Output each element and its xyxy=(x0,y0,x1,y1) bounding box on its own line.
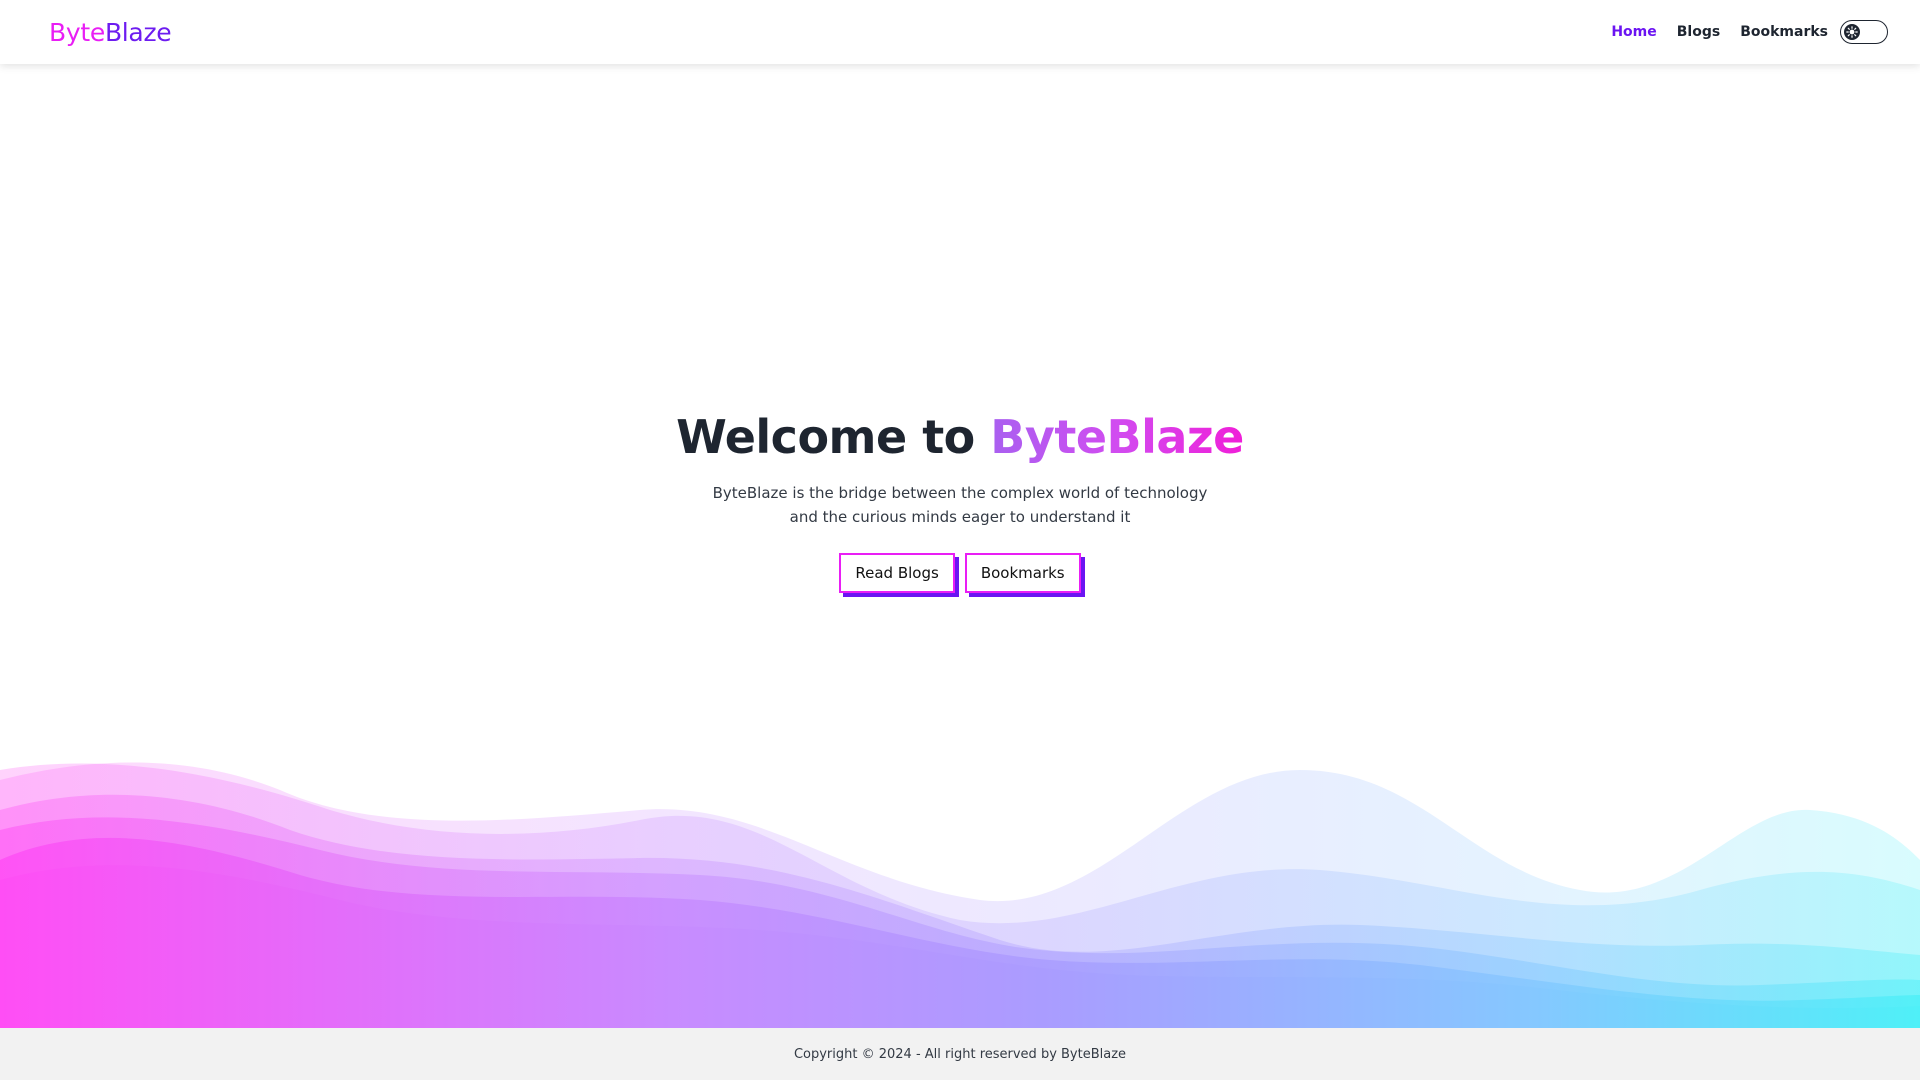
hero-description: ByteBlaze is the bridge between the comp… xyxy=(712,484,1208,527)
decorative-waves xyxy=(0,762,1920,1028)
brand-logo-part1: Byte xyxy=(49,17,105,47)
brand-logo-part2: Blaze xyxy=(104,17,172,47)
nav-menu: Home Blogs Bookmarks xyxy=(1591,20,1888,44)
theme-toggle[interactable] xyxy=(1840,20,1888,44)
hero-buttons: Read Blogs Bookmarks xyxy=(839,553,1081,594)
bookmarks-button[interactable]: Bookmarks xyxy=(964,553,1081,594)
footer: Copyright © 2024 - All right reserved by… xyxy=(0,1028,1920,1080)
footer-copyright: Copyright © 2024 - All right reserved by… xyxy=(793,1046,1127,1062)
hero-title: Welcome to ByteBlaze xyxy=(676,410,1244,465)
nav-link-blogs[interactable]: Blogs xyxy=(1677,24,1720,40)
navbar: ByteBlaze Home Blogs Bookmarks xyxy=(0,0,1920,64)
gear-sun-icon xyxy=(1844,24,1860,40)
nav-link-bookmarks[interactable]: Bookmarks xyxy=(1740,24,1828,40)
brand-logo[interactable]: ByteBlaze xyxy=(49,17,172,47)
hero-section: Welcome to ByteBlaze ByteBlaze is the br… xyxy=(0,410,1920,594)
hero-title-prefix: Welcome to xyxy=(676,410,991,464)
read-blogs-button[interactable]: Read Blogs xyxy=(839,553,955,594)
hero-title-highlight: ByteBlaze xyxy=(990,410,1244,464)
nav-link-home[interactable]: Home xyxy=(1611,24,1656,40)
